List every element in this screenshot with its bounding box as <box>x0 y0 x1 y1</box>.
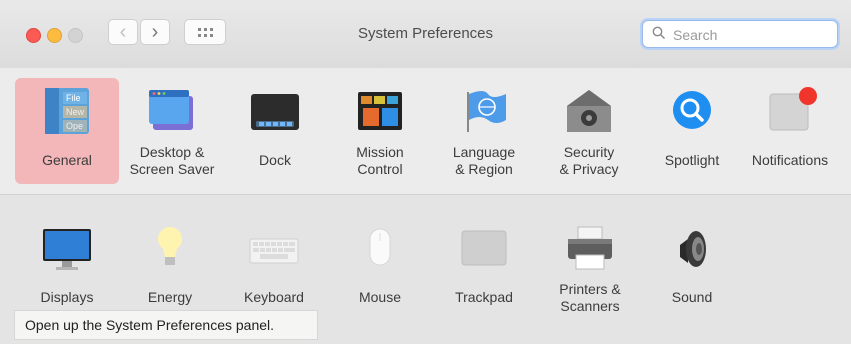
general-icon: File New Ope <box>39 86 95 136</box>
sound-icon <box>664 223 720 273</box>
search-input[interactable] <box>671 24 825 46</box>
svg-text:New: New <box>66 107 85 117</box>
pane-label: General <box>42 152 92 168</box>
pane-general[interactable]: File New Ope General <box>15 78 119 184</box>
svg-text:Ope: Ope <box>66 121 83 131</box>
svg-text:File: File <box>66 93 81 103</box>
pane-language-region[interactable]: Language & Region <box>432 78 536 184</box>
pane-mouse[interactable]: Mouse <box>328 215 432 321</box>
system-preferences-window: ‹ › System Preferences Search File New O… <box>0 0 851 344</box>
energy-saver-icon <box>142 223 198 273</box>
mission-control-icon <box>352 86 408 136</box>
dock-icon <box>247 86 303 136</box>
pane-spotlight[interactable]: Spotlight <box>640 78 744 184</box>
pane-trackpad[interactable]: Trackpad <box>432 215 536 321</box>
pane-keyboard[interactable]: Keyboard <box>222 215 326 321</box>
pane-label: Keyboard <box>244 289 304 305</box>
pane-label: Displays <box>40 289 94 305</box>
displays-icon <box>39 223 95 273</box>
pane-label: Sound <box>671 289 713 305</box>
pane-mission-control[interactable]: Mission Control <box>328 78 432 184</box>
security-privacy-icon <box>561 86 617 136</box>
printers-scanners-icon <box>562 223 618 273</box>
pane-printers-scanners[interactable]: Printers & Scanners <box>538 215 642 321</box>
pane-label: Mission Control <box>356 144 404 177</box>
spotlight-icon <box>664 86 720 136</box>
pane-label: Mouse <box>358 289 402 305</box>
keyboard-icon <box>246 223 302 273</box>
magnifying-glass-icon <box>652 26 666 43</box>
search-field[interactable] <box>642 20 838 48</box>
instruction-caption: Open up the System Preferences panel. <box>14 310 318 340</box>
mouse-icon <box>352 223 408 273</box>
pane-security-privacy[interactable]: Security & Privacy <box>537 78 641 184</box>
pane-energy[interactable]: Energy <box>118 215 222 321</box>
pane-desktop-screen-saver[interactable]: Desktop & Screen Saver <box>120 78 224 184</box>
pane-label: Language & Region <box>452 144 516 177</box>
pane-displays[interactable]: Displays <box>15 215 119 321</box>
pane-label: Dock <box>259 152 291 168</box>
pane-label: Notifications <box>751 152 829 168</box>
pane-sound[interactable]: Sound <box>640 215 744 321</box>
notifications-icon <box>762 86 818 136</box>
title-bar: ‹ › System Preferences <box>0 0 851 69</box>
personal-preferences-row: File New Ope General Desktop & Screen Sa… <box>0 68 851 195</box>
pane-dock[interactable]: Dock <box>223 78 327 184</box>
language-region-icon <box>456 86 512 136</box>
pane-label: Spotlight <box>664 152 720 168</box>
desktop-screensaver-icon <box>144 86 200 136</box>
pane-label: Trackpad <box>455 289 513 305</box>
trackpad-icon <box>456 223 512 273</box>
pane-label: Printers & Scanners <box>559 281 621 314</box>
pane-label: Security & Privacy <box>559 144 619 177</box>
pane-notifications[interactable]: Notifications <box>738 78 842 184</box>
pane-label: Energy <box>147 289 193 305</box>
pane-label: Desktop & Screen Saver <box>129 144 215 177</box>
